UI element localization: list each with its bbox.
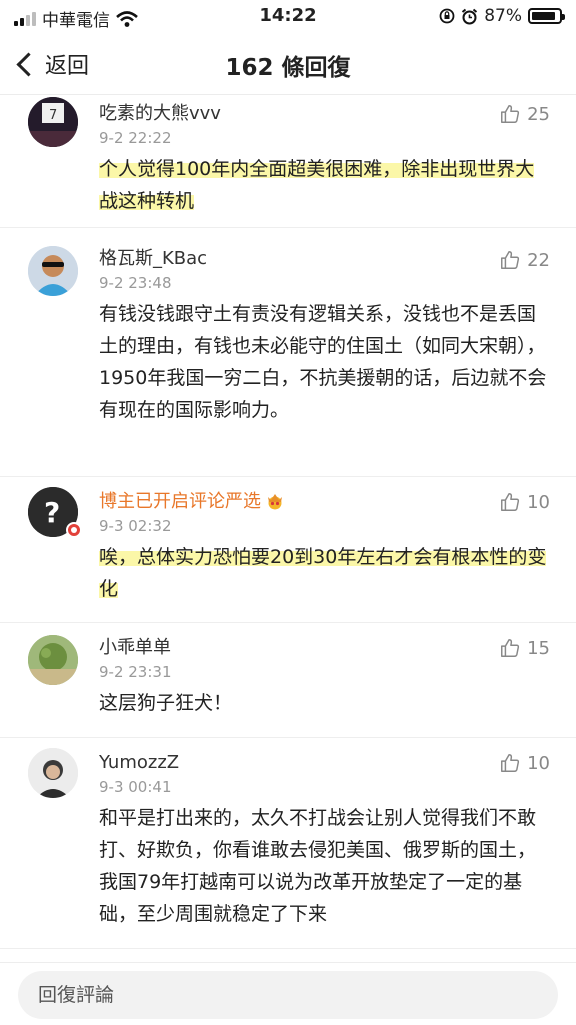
nav-bar: 返回 162 條回復 bbox=[0, 36, 576, 95]
comment-text: 有钱没钱跟守土有责没有逻辑关系，没钱也不是丢国土的理由，有钱也未必能守的住国土（… bbox=[99, 303, 547, 421]
thumbs-up-icon bbox=[501, 493, 520, 511]
comment-text: 唉，总体实力恐怕要20到30年左右才会有根本性的变化 bbox=[99, 541, 550, 615]
avatar[interactable]: 7 bbox=[28, 97, 78, 147]
svg-text:7: 7 bbox=[49, 108, 57, 123]
thumbs-up-icon bbox=[501, 639, 520, 657]
comment-username[interactable]: YumozzZ bbox=[99, 750, 550, 776]
thumbs-up-icon bbox=[501, 754, 520, 772]
like-count: 10 bbox=[527, 491, 550, 513]
comment-item: YumozzZ 9-3 00:41 和平是打出来的，太久不打战会让别人觉得我们不… bbox=[0, 738, 576, 949]
thumbs-up-icon bbox=[501, 251, 520, 269]
comment-username[interactable]: 小乖单单 bbox=[99, 635, 550, 661]
comment-text: 个人觉得100年内全面超美很困难，除非出现世界大战这种转机 bbox=[99, 153, 550, 227]
like-count: 25 bbox=[527, 103, 550, 125]
verified-badge-icon bbox=[66, 522, 82, 538]
crown-emoji-icon bbox=[268, 494, 282, 510]
battery-icon bbox=[528, 8, 565, 24]
comment-username[interactable]: 吃素的大熊vvv bbox=[99, 95, 550, 127]
comment-time: 9-3 00:41 bbox=[99, 778, 172, 796]
like-count: 10 bbox=[527, 752, 550, 774]
lock-rotation-icon bbox=[439, 8, 455, 24]
comment-item: 7 吃素的大熊vvv 9-2 22:22 个人觉得100年内全面超美很困难，除非… bbox=[0, 95, 576, 228]
reply-bar bbox=[0, 962, 576, 1025]
comment-time: 9-2 23:31 bbox=[99, 663, 172, 681]
like-count: 15 bbox=[527, 637, 550, 659]
comment-time: 9-2 22:22 bbox=[99, 129, 172, 147]
reply-input[interactable] bbox=[18, 971, 558, 1019]
comment-item: ? 博主已开启评论严选 9-3 02:32 唉，总体实力恐怕要20到30年左右才… bbox=[0, 477, 576, 623]
comment-time: 9-2 23:48 bbox=[99, 274, 172, 292]
comment-time: 9-3 02:32 bbox=[99, 517, 172, 535]
avatar[interactable] bbox=[28, 748, 78, 798]
svg-text:?: ? bbox=[44, 496, 60, 529]
comment-text-content: 唉，总体实力恐怕要20到30年左右才会有根本性的变化 bbox=[99, 546, 547, 600]
author-name: 博主已开启评论严选 bbox=[99, 491, 261, 512]
battery-percent: 87% bbox=[484, 6, 522, 26]
comment-text: 和平是打出来的，太久不打战会让别人觉得我们不敢打、好欺负，你看谁敢去侵犯美国、俄… bbox=[99, 807, 537, 925]
like-button[interactable]: 15 bbox=[499, 637, 550, 659]
comment-username[interactable]: 博主已开启评论严选 bbox=[99, 489, 550, 515]
comment-item: 格瓦斯_KBac 9-2 23:48 有钱没钱跟守土有责没有逻辑关系，没钱也不是… bbox=[0, 232, 576, 477]
comment-text-content: 个人觉得100年内全面超美很困难，除非出现世界大战这种转机 bbox=[99, 158, 535, 212]
comment-username[interactable]: 格瓦斯_KBac bbox=[99, 246, 550, 272]
like-button[interactable]: 25 bbox=[499, 103, 550, 125]
comment-item: 小乖单单 9-2 23:31 这层狗子狂犬！ 15 bbox=[0, 623, 576, 738]
like-count: 22 bbox=[527, 249, 550, 271]
like-button[interactable]: 22 bbox=[499, 249, 550, 271]
avatar[interactable] bbox=[28, 246, 78, 296]
like-button[interactable]: 10 bbox=[499, 752, 550, 774]
status-bar: 中華電信 14:22 87% bbox=[0, 0, 576, 32]
comment-text: 这层狗子狂犬！ bbox=[99, 692, 233, 714]
thumbs-up-icon bbox=[501, 105, 520, 123]
like-button[interactable]: 10 bbox=[499, 491, 550, 513]
avatar[interactable] bbox=[28, 635, 78, 685]
page-title: 162 條回復 bbox=[225, 55, 351, 81]
status-right: 87% bbox=[439, 6, 565, 26]
alarm-icon bbox=[462, 8, 478, 24]
